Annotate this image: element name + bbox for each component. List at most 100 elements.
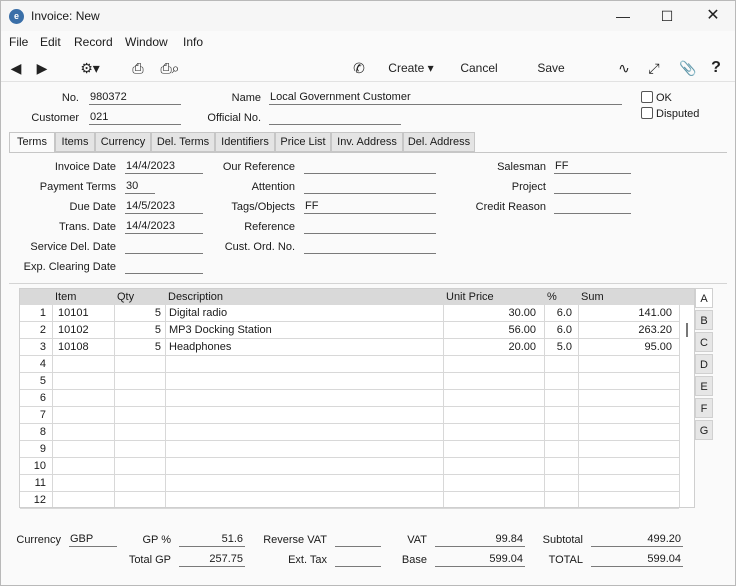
tab-currency[interactable]: Currency xyxy=(95,132,151,152)
customer-field[interactable]: 021 xyxy=(89,111,181,125)
table-row[interactable]: 5 xyxy=(20,373,679,390)
table-row[interactable]: 6 xyxy=(20,390,679,407)
total-gp-field[interactable]: 257.75 xyxy=(179,553,245,567)
currency-field[interactable]: GBP xyxy=(69,533,117,547)
project-field[interactable] xyxy=(554,180,631,194)
due-date-field[interactable]: 14/5/2023 xyxy=(125,200,203,214)
table-row[interactable]: 12 xyxy=(20,492,679,509)
service-del-date-field[interactable] xyxy=(125,240,203,254)
qty-cell[interactable]: 5 xyxy=(116,307,161,319)
trans-date-field[interactable]: 14/4/2023 xyxy=(125,220,203,234)
unit-price-cell[interactable]: 30.00 xyxy=(445,307,536,319)
ext-tax-field[interactable] xyxy=(335,553,381,567)
table-row[interactable]: 3 10108 5 Headphones 20.00 5.0 95.00 xyxy=(20,339,679,356)
previous-record-icon[interactable]: ◀ xyxy=(9,59,23,77)
table-row[interactable]: 11 xyxy=(20,475,679,492)
cancel-button[interactable]: Cancel xyxy=(457,59,501,77)
tab-inv-address[interactable]: Inv. Address xyxy=(331,132,403,152)
reverse-vat-field[interactable] xyxy=(335,533,381,547)
maximize-icon[interactable]: ☐ xyxy=(652,5,682,27)
tab-terms[interactable]: Terms xyxy=(9,132,55,153)
sum-cell[interactable]: 263.20 xyxy=(580,324,672,336)
name-field[interactable]: Local Government Customer xyxy=(269,91,622,105)
side-tab-e[interactable]: E xyxy=(695,376,713,396)
attachment-icon[interactable]: 📎 xyxy=(679,59,697,77)
tags-objects-field[interactable]: FF xyxy=(304,200,436,214)
vat-field[interactable]: 99.84 xyxy=(435,533,525,547)
payment-terms-field[interactable]: 30 xyxy=(125,180,155,194)
table-row[interactable]: 1 10101 5 Digital radio 30.00 6.0 141.00 xyxy=(20,305,679,322)
description-cell[interactable]: Headphones xyxy=(169,341,441,353)
create-button[interactable]: Create ▾ xyxy=(383,59,439,77)
column-sum-header[interactable]: Sum xyxy=(581,291,604,303)
tab-identifiers[interactable]: Identifiers xyxy=(215,132,275,152)
unit-price-cell[interactable]: 56.00 xyxy=(445,324,536,336)
print-preview-icon[interactable]: ⎙⌕ xyxy=(159,59,181,77)
side-tab-g[interactable]: G xyxy=(695,420,713,440)
side-tab-d[interactable]: D xyxy=(695,354,713,374)
ok-checkbox[interactable] xyxy=(641,91,653,103)
column-description-header[interactable]: Description xyxy=(168,291,223,303)
cust-ord-no-field[interactable] xyxy=(304,240,436,254)
total-field[interactable]: 599.04 xyxy=(591,553,683,567)
qty-cell[interactable]: 5 xyxy=(116,324,161,336)
credit-reason-field[interactable] xyxy=(554,200,631,214)
menu-edit[interactable]: Edit xyxy=(40,35,61,49)
salesman-field[interactable]: FF xyxy=(554,160,631,174)
column-percent-header[interactable]: % xyxy=(547,291,557,303)
disputed-checkbox[interactable] xyxy=(641,107,653,119)
reference-field[interactable] xyxy=(304,220,436,234)
tab-items[interactable]: Items xyxy=(55,132,95,152)
base-field[interactable]: 599.04 xyxy=(435,553,525,567)
table-row[interactable]: 9 xyxy=(20,441,679,458)
attention-field[interactable] xyxy=(304,180,436,194)
table-row[interactable]: 8 xyxy=(20,424,679,441)
gp-percent-field[interactable]: 51.6 xyxy=(179,533,245,547)
our-reference-field[interactable] xyxy=(304,160,436,174)
column-item-header[interactable]: Item xyxy=(55,291,76,303)
menu-info[interactable]: Info xyxy=(183,35,203,49)
side-tab-f[interactable]: F xyxy=(695,398,713,418)
unit-price-cell[interactable]: 20.00 xyxy=(445,341,536,353)
gear-icon[interactable]: ⚙▾ xyxy=(75,59,105,77)
description-cell[interactable]: Digital radio xyxy=(169,307,441,319)
side-tab-b[interactable]: B xyxy=(695,310,713,330)
description-cell[interactable]: MP3 Docking Station xyxy=(169,324,441,336)
item-cell[interactable]: 10101 xyxy=(58,307,114,319)
table-row[interactable]: 4 xyxy=(20,356,679,373)
tab-price-list[interactable]: Price List xyxy=(275,132,331,152)
official-no-field[interactable] xyxy=(269,111,401,125)
percent-cell[interactable]: 6.0 xyxy=(546,307,572,319)
item-cell[interactable]: 10108 xyxy=(58,341,114,353)
help-icon[interactable]: ? xyxy=(707,59,725,77)
no-field[interactable]: 980372 xyxy=(89,91,181,105)
phone-icon[interactable]: ✆ xyxy=(351,59,367,77)
percent-cell[interactable]: 6.0 xyxy=(546,324,572,336)
close-icon[interactable]: ✕ xyxy=(698,5,728,27)
tab-del-address[interactable]: Del. Address xyxy=(403,132,475,152)
menu-record[interactable]: Record xyxy=(74,35,113,49)
table-row[interactable]: 2 10102 5 MP3 Docking Station 56.00 6.0 263.20 xyxy=(20,322,679,339)
minimize-icon[interactable]: — xyxy=(608,5,638,27)
column-qty-header[interactable]: Qty xyxy=(117,291,134,303)
tab-del-terms[interactable]: Del. Terms xyxy=(151,132,215,152)
side-tab-c[interactable]: C xyxy=(695,332,713,352)
subtotal-field[interactable]: 499.20 xyxy=(591,533,683,547)
activity-icon[interactable]: ∿ xyxy=(615,59,633,77)
percent-cell[interactable]: 5.0 xyxy=(546,341,572,353)
invoice-date-field[interactable]: 14/4/2023 xyxy=(125,160,203,174)
side-tab-a[interactable]: A xyxy=(695,288,713,308)
next-record-icon[interactable]: ▶ xyxy=(35,59,49,77)
table-row[interactable]: 7 xyxy=(20,407,679,424)
menu-file[interactable]: File xyxy=(9,35,28,49)
save-button[interactable]: Save xyxy=(533,59,569,77)
item-cell[interactable]: 10102 xyxy=(58,324,114,336)
print-icon[interactable]: ⎙ xyxy=(129,59,147,77)
expand-icon[interactable]: ⤢ xyxy=(645,59,663,77)
sum-cell[interactable]: 141.00 xyxy=(580,307,672,319)
grid-scrollbar[interactable] xyxy=(686,323,688,337)
column-unit-price-header[interactable]: Unit Price xyxy=(446,291,494,303)
menu-window[interactable]: Window xyxy=(125,35,168,49)
sum-cell[interactable]: 95.00 xyxy=(580,341,672,353)
qty-cell[interactable]: 5 xyxy=(116,341,161,353)
